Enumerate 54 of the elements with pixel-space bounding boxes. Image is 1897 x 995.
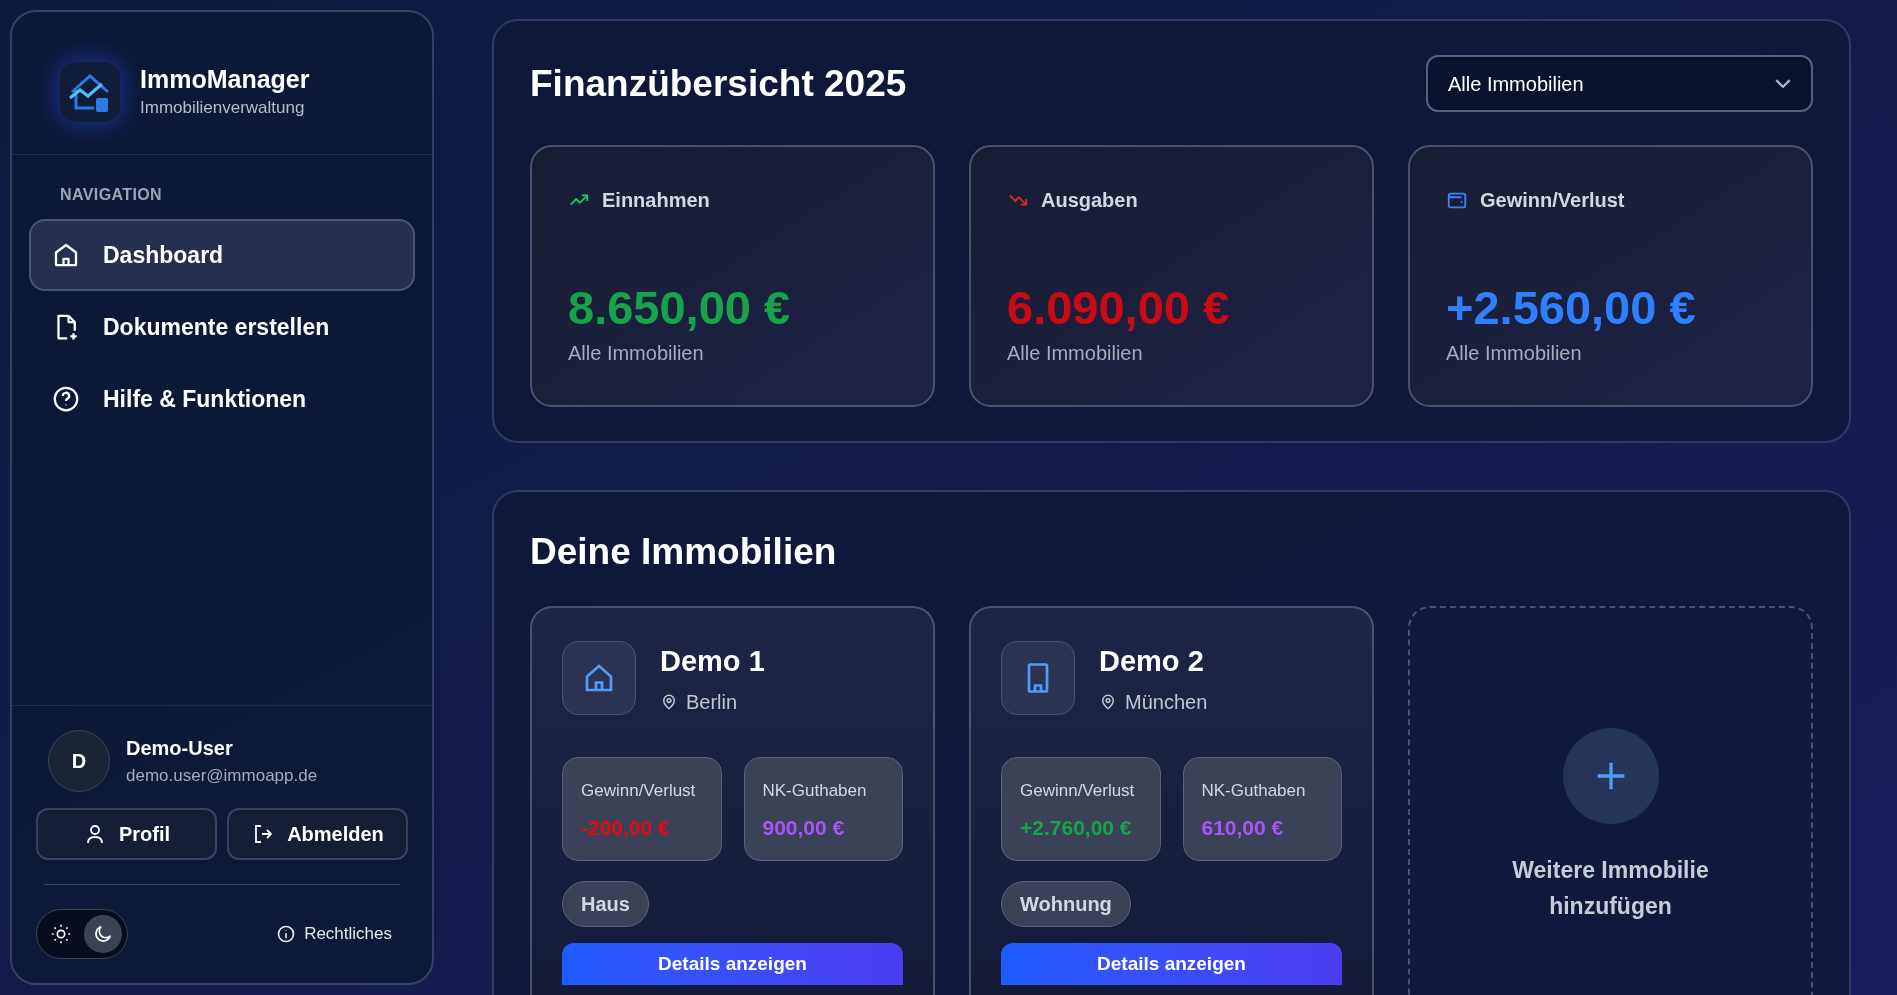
nav-item[interactable]: Dashboard (29, 219, 415, 291)
profile-button[interactable]: Profil (36, 808, 217, 860)
section-title: Deine Immobilien (530, 530, 838, 574)
user-email: demo.user@immoapp.de (126, 765, 318, 788)
chevron-down-icon (1775, 79, 1791, 88)
user-name: Demo-User (126, 736, 234, 762)
info-icon (276, 924, 297, 944)
card-caption: Alle Immobilien (568, 340, 705, 366)
card-label: Gewinn/Verlust (1480, 188, 1625, 213)
nav-item[interactable]: Dokumente erstellen (29, 291, 415, 363)
stat-value: 610,00 € (1201, 814, 1285, 841)
help-icon (51, 384, 81, 414)
add-property-label: Weitere Immobilie hinzufügen (1511, 855, 1710, 921)
details-button[interactable]: Details anzeigen (1001, 943, 1342, 985)
card-caption: Alle Immobilien (1007, 340, 1144, 366)
amount-value: 8.650,00 € (568, 280, 792, 336)
property-type-tag: Haus (562, 881, 649, 927)
app-name: ImmoManager (140, 63, 310, 95)
property-type-tag: Wohnung (1001, 881, 1131, 927)
section-title: Finanzübersicht 2025 (530, 61, 907, 106)
theme-toggle[interactable] (36, 909, 128, 959)
building-icon (1001, 641, 1075, 716)
add-property-card[interactable]: Weitere Immobilie hinzufügen (1408, 605, 1813, 995)
property-name: Demo 2 (1099, 643, 1205, 679)
property-city: München (1125, 690, 1208, 715)
nav-item[interactable]: Hilfe & Funktionen (29, 363, 415, 435)
card-label: Ausgaben (1041, 188, 1138, 213)
navigation-heading: NAVIGATION (59, 185, 164, 205)
amount-value: +2.560,00 € (1446, 280, 1697, 336)
stat-value: +2.760,00 € (1020, 814, 1133, 841)
stat-label: NK-Guthaben (762, 780, 868, 802)
legal-link[interactable]: Rechtliches (276, 921, 392, 947)
stat-label: Gewinn/Verlust (581, 780, 697, 802)
property-name: Demo 1 (660, 643, 765, 679)
details-button[interactable]: Details anzeigen (562, 943, 903, 985)
property-filter-dropdown[interactable]: Alle Immobilien (1426, 55, 1813, 112)
app-subtitle: Immobilienverwaltung (140, 96, 306, 119)
sun-icon (50, 923, 72, 945)
amount-value: 6.090,00 € (1007, 280, 1231, 336)
logout-button[interactable]: Abmelden (227, 808, 408, 860)
theme-option[interactable] (84, 915, 122, 953)
user-avatar: D (48, 730, 110, 792)
moon-icon (92, 923, 114, 945)
stat-label: NK-Guthaben (1201, 780, 1307, 802)
card-caption: Alle Immobilien (1446, 340, 1583, 366)
stat-value: 900,00 € (762, 814, 846, 841)
house-icon (562, 641, 636, 716)
house-chart-logo-icon (60, 62, 120, 122)
location-pin-icon (1099, 693, 1117, 711)
property-city: Berlin (686, 690, 738, 715)
location-pin-icon (660, 693, 678, 711)
card-label: Einnahmen (602, 188, 710, 213)
stat-value: -200,00 € (581, 814, 671, 841)
stat-label: Gewinn/Verlust (1020, 780, 1136, 802)
